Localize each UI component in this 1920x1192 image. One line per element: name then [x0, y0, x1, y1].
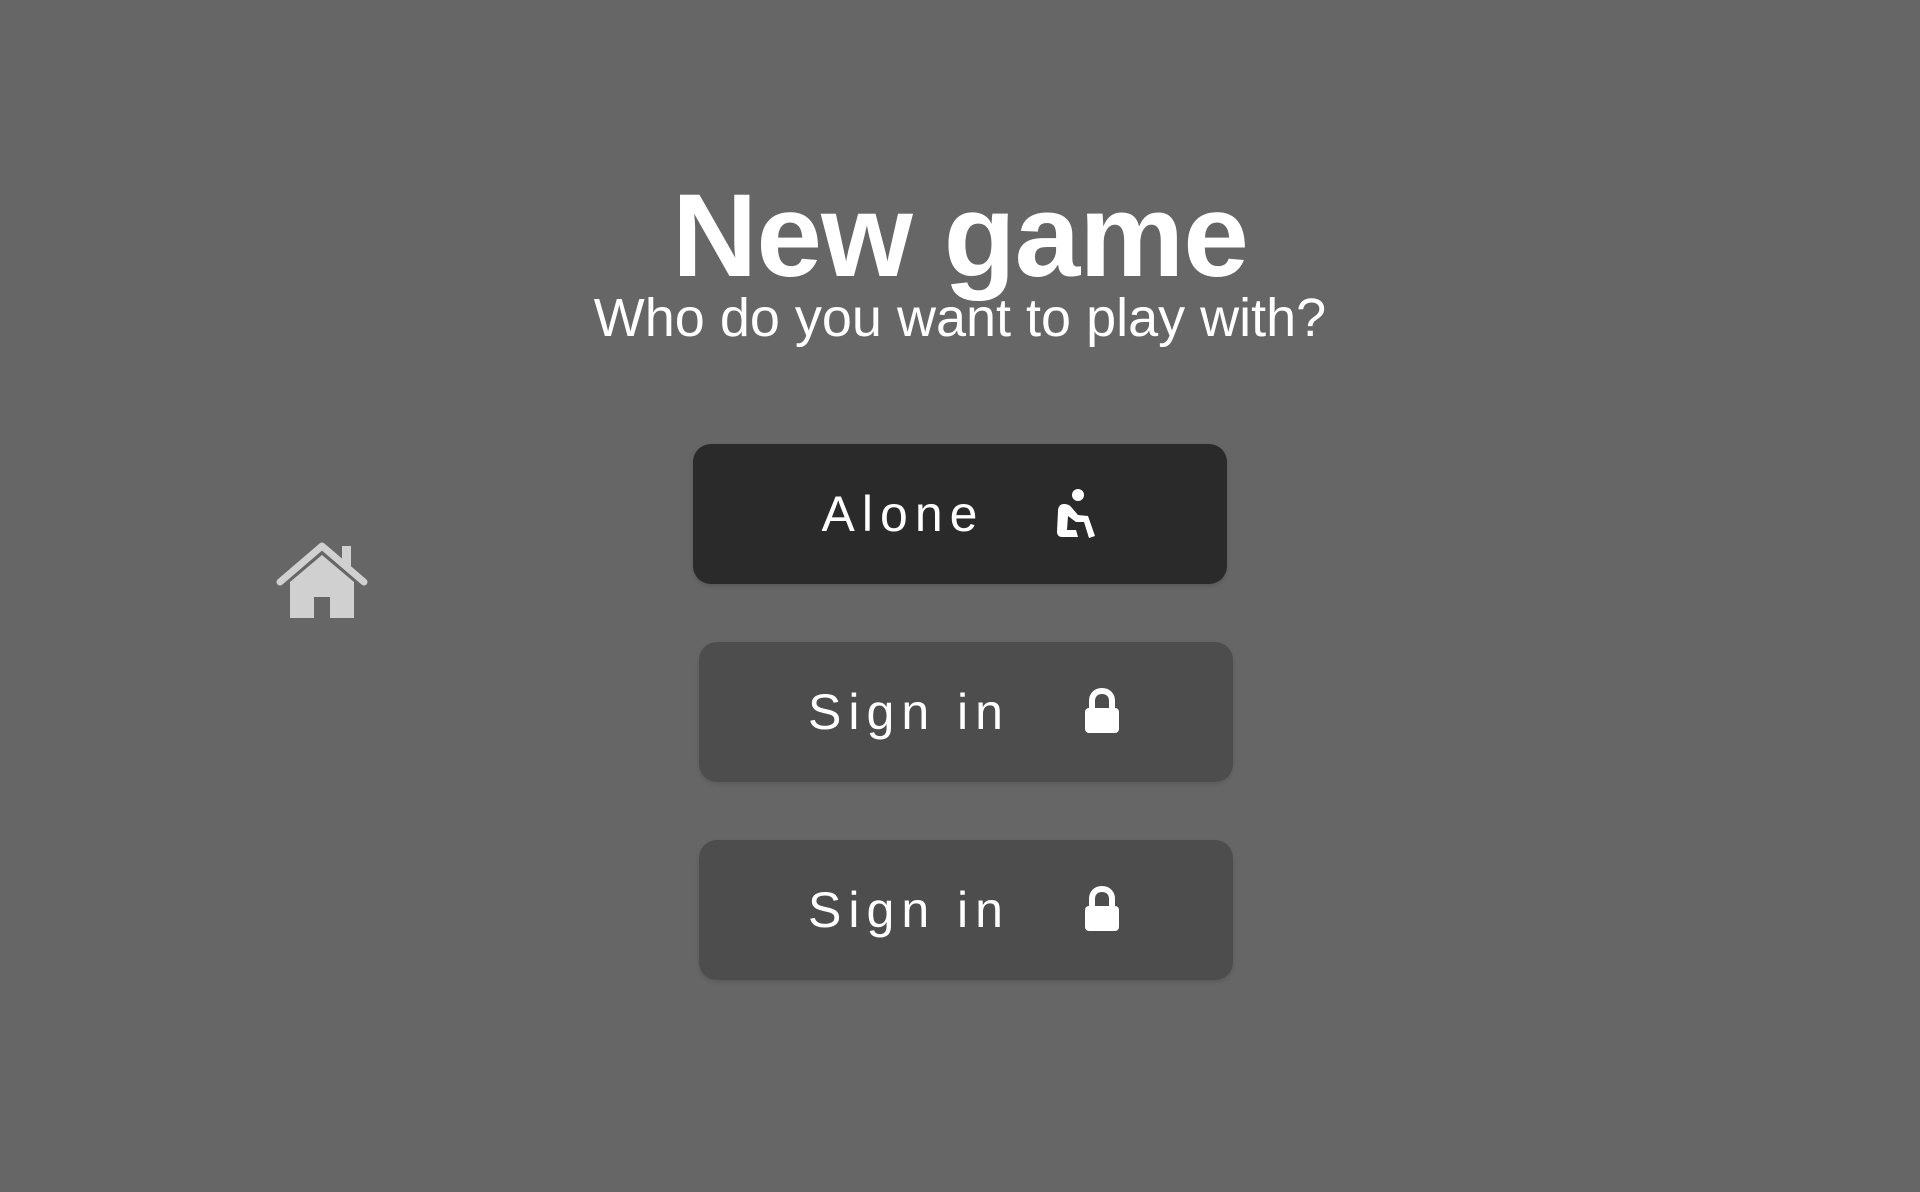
page-subtitle: Who do you want to play with?: [593, 288, 1327, 348]
person-sitting-icon: [1054, 488, 1098, 540]
page-title: New game: [672, 170, 1249, 303]
alone-button[interactable]: Alone: [693, 444, 1227, 584]
home-button[interactable]: [272, 540, 372, 620]
sign-in-button-label: Sign in: [808, 684, 1010, 740]
sign-in-button[interactable]: Sign in: [699, 840, 1233, 980]
sign-in-button-label: Sign in: [808, 882, 1010, 938]
lock-icon: [1080, 686, 1124, 738]
sign-in-button[interactable]: Sign in: [699, 642, 1233, 782]
alone-button-label: Alone: [821, 486, 985, 542]
lock-icon: [1080, 884, 1124, 936]
home-icon: [276, 542, 368, 618]
